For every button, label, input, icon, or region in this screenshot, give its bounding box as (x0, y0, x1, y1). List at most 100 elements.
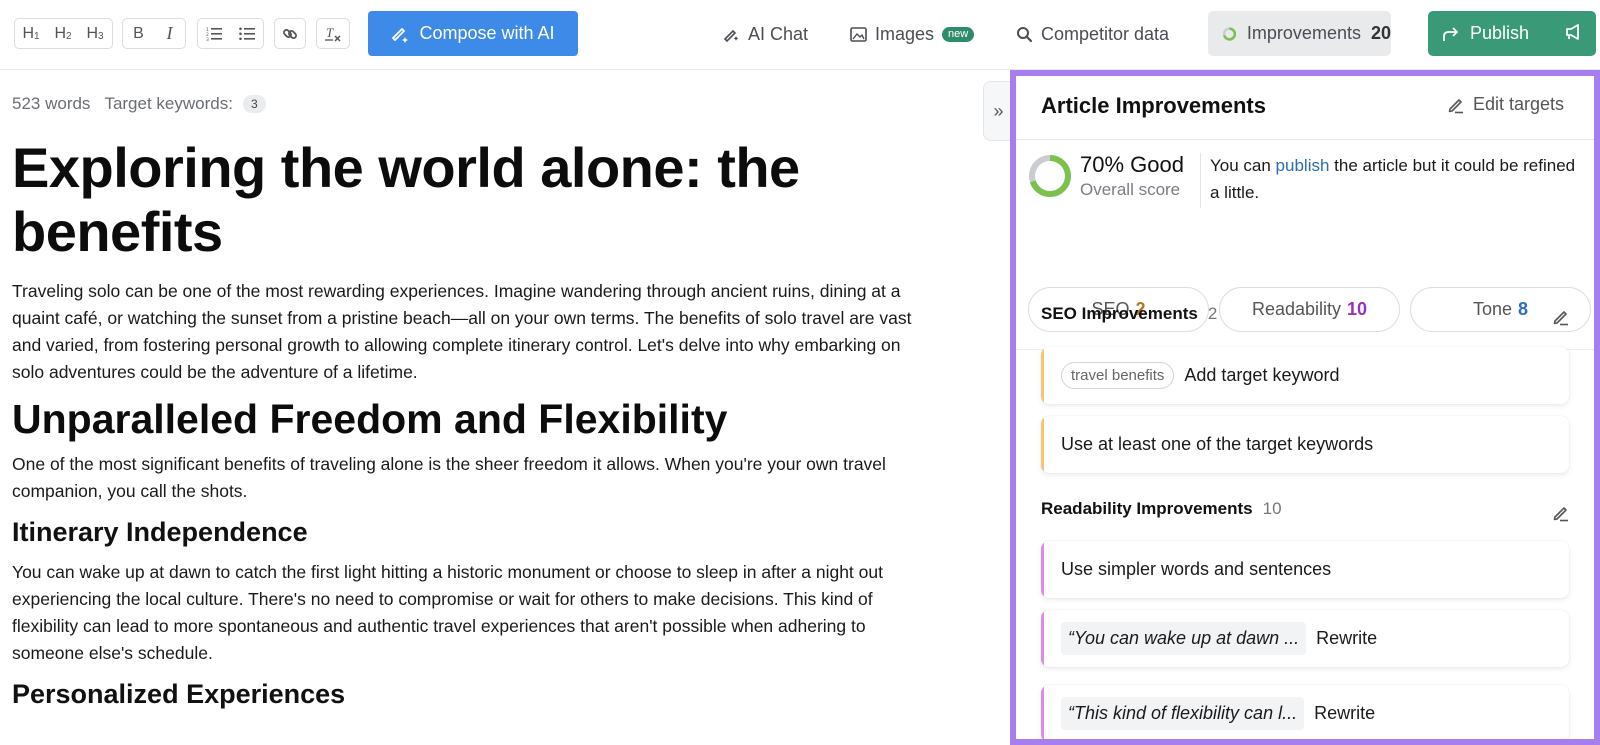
clear-format-icon: T (325, 26, 341, 42)
card-text: Use at least one of the target keywords (1061, 434, 1374, 454)
score-subtitle: Overall score (1080, 180, 1181, 199)
improvement-card[interactable]: Use at least one of the target keywords (1041, 416, 1569, 473)
new-badge: new (942, 26, 975, 42)
heading-1-button[interactable]: H1 (15, 19, 47, 48)
panel-header: Article Improvements Edit targets (1010, 70, 1600, 140)
score-message: You can publish the article but it could… (1210, 152, 1580, 206)
section-count: 2 (1207, 304, 1218, 323)
section-count: 10 (1262, 499, 1282, 518)
heading-2-button[interactable]: H2 (47, 19, 79, 48)
edit-targets-button[interactable]: Edit targets (1447, 94, 1564, 115)
quote-chip: “You can wake up at dawn ... (1061, 622, 1307, 655)
list-group: 123 (197, 18, 264, 49)
h-sub: 3 (98, 31, 104, 42)
publish-label: Publish (1470, 23, 1530, 43)
quote-chip: “This kind of flexibility can l... (1061, 697, 1305, 730)
pencil-icon[interactable] (1552, 308, 1570, 326)
compose-with-ai-button[interactable]: Compose with AI (368, 11, 578, 56)
clear-format-button[interactable]: T (317, 19, 349, 48)
word-count: 523 words (12, 94, 91, 113)
card-text: Use simpler words and sentences (1061, 559, 1332, 579)
msg-text: You can (1210, 156, 1276, 175)
edit-targets-label: Edit targets (1472, 94, 1564, 114)
improvement-card[interactable]: travel benefits Add target keyword (1041, 347, 1569, 404)
search-icon (1017, 26, 1033, 42)
article-title[interactable]: Exploring the world alone: the benefits (12, 136, 912, 264)
target-keywords-count[interactable]: 3 (242, 95, 266, 113)
divider (1200, 153, 1201, 208)
improvement-card[interactable]: “This kind of flexibility can l... Rewri… (1041, 685, 1569, 742)
tab-count: 10 (1347, 299, 1368, 319)
italic-button[interactable]: I (154, 19, 185, 48)
tab-count: 8 (1518, 299, 1529, 319)
ai-wand-icon (392, 27, 409, 43)
improvement-card[interactable]: Use simpler words and sentences (1041, 541, 1569, 598)
h-label: H (86, 24, 98, 42)
card-text: Add target keyword (1184, 365, 1340, 385)
intro-paragraph[interactable]: Traveling solo can be one of the most re… (12, 278, 912, 386)
link-group (274, 18, 306, 49)
paragraph[interactable]: You can wake up at dawn to catch the fir… (12, 559, 912, 667)
svg-text:T: T (326, 26, 334, 40)
score-value: 70% Good (1080, 152, 1184, 177)
megaphone-icon[interactable] (1564, 23, 1582, 41)
publish-link[interactable]: publish (1276, 156, 1330, 175)
images-label: Images (875, 23, 935, 44)
improvement-card[interactable]: “You can wake up at dawn ... Rewrite (1041, 610, 1569, 667)
score-ring-icon (1222, 26, 1237, 41)
bullet-list-button[interactable] (231, 19, 264, 48)
h-sub: 1 (34, 31, 40, 42)
tab-readability[interactable]: Readability 10 (1219, 287, 1400, 332)
improvements-count: 20 (1370, 23, 1391, 43)
format-group: B I (122, 18, 186, 49)
subsection-heading[interactable]: Itinerary Independence (12, 515, 912, 549)
improvements-panel: Article Improvements Edit targets 70% Go… (1010, 70, 1600, 745)
tab-label: Tone (1472, 299, 1513, 319)
pencil-icon[interactable] (1552, 504, 1570, 522)
compose-label: Compose with AI (419, 23, 555, 43)
collapse-panel-button[interactable]: » (983, 81, 1013, 141)
score-donut-chart (1029, 155, 1071, 197)
seo-section-header: SEO Improvements 2 (1041, 304, 1217, 324)
paragraph[interactable]: One of the most significant benefits of … (12, 451, 912, 505)
document-body[interactable]: Exploring the world alone: the benefits … (12, 136, 912, 721)
image-icon (850, 26, 867, 42)
section-title: Readability Improvements (1041, 499, 1253, 518)
h-label: H (22, 24, 34, 42)
target-keywords-label: Target keywords: (104, 94, 233, 113)
publish-button[interactable]: Publish (1428, 11, 1596, 56)
link-icon (283, 28, 297, 39)
tab-label: Readability (1251, 299, 1342, 319)
pencil-icon (1448, 98, 1463, 113)
keyword-chip: travel benefits (1061, 362, 1175, 389)
link-button[interactable] (275, 19, 305, 48)
rewrite-action[interactable]: Rewrite (1314, 703, 1375, 724)
bold-button[interactable]: B (123, 19, 154, 48)
readability-section-header: Readability Improvements 10 (1041, 499, 1282, 519)
ordered-list-icon: 123 (206, 27, 223, 41)
section-heading[interactable]: Unparalleled Freedom and Flexibility (12, 394, 912, 444)
subsection-heading[interactable]: Personalized Experiences (12, 677, 912, 711)
competitor-data-label: Competitor data (1041, 23, 1170, 44)
ordered-list-button[interactable]: 123 (198, 19, 231, 48)
h-label: H (54, 24, 66, 42)
ai-chat-label: AI Chat (748, 23, 809, 44)
bullet-list-icon (238, 27, 255, 40)
ai-chat-icon (723, 29, 739, 43)
clear-format-group: T (316, 18, 350, 49)
editor-toolbar: H1 H2 H3 B I 123 T Compose with AI AI Ch… (0, 0, 1600, 70)
rewrite-action[interactable]: Rewrite (1316, 628, 1377, 649)
svg-text:3: 3 (206, 37, 209, 41)
heading-3-button[interactable]: H3 (79, 19, 111, 48)
share-arrow-icon (1443, 26, 1459, 41)
section-title: SEO Improvements (1041, 304, 1198, 323)
heading-group: H1 H2 H3 (14, 18, 113, 49)
competitor-data-button[interactable]: Competitor data (1016, 20, 1169, 48)
images-button[interactable]: Images new (850, 20, 975, 48)
panel-title: Article Improvements (1041, 93, 1266, 118)
improvements-button[interactable]: Improvements 20 (1208, 11, 1391, 56)
double-chevron-right-icon: » (993, 100, 1004, 121)
improvements-label: Improvements (1246, 23, 1361, 43)
ai-chat-button[interactable]: AI Chat (722, 20, 808, 48)
document-meta: 523 words Target keywords: 3 (12, 94, 266, 114)
